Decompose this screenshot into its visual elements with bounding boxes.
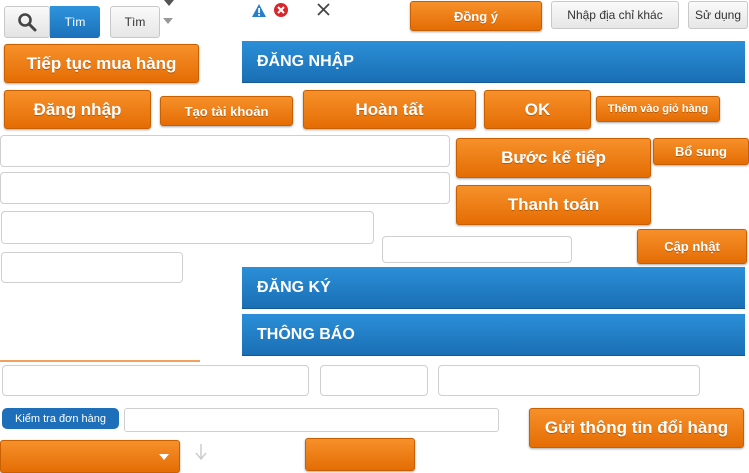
tooltip-pointer-icon bbox=[164, 0, 174, 6]
orange-action-button[interactable] bbox=[305, 438, 415, 471]
login-button[interactable]: Đăng nhập bbox=[4, 90, 151, 129]
other-address-button[interactable]: Nhập địa chỉ khác bbox=[551, 1, 679, 29]
add-to-cart-button[interactable]: Thêm vào giỏ hàng bbox=[596, 96, 720, 122]
order-search-input[interactable] bbox=[124, 408, 499, 432]
agree-button[interactable]: Đồng ý bbox=[410, 1, 542, 31]
dropdown-arrow-icon[interactable] bbox=[163, 18, 173, 24]
text-field-7[interactable] bbox=[320, 365, 428, 396]
dropdown-select[interactable] bbox=[0, 440, 180, 473]
error-icon bbox=[274, 3, 288, 17]
text-field-8[interactable] bbox=[438, 365, 700, 396]
text-field-2[interactable] bbox=[0, 172, 450, 204]
checkout-button[interactable]: Thanh toán bbox=[456, 185, 651, 225]
register-section-header: ĐĂNG KÝ bbox=[242, 267, 745, 309]
use-button[interactable]: Sử dụng bbox=[688, 1, 748, 29]
text-field-3[interactable] bbox=[1, 211, 374, 244]
check-order-button[interactable]: Kiểm tra đơn hàng bbox=[2, 408, 119, 429]
text-field-6[interactable] bbox=[2, 365, 309, 396]
login-section-header: ĐĂNG NHẬP bbox=[242, 41, 745, 83]
search-button-secondary[interactable]: Tìm bbox=[110, 6, 160, 38]
text-field-5[interactable] bbox=[382, 236, 572, 263]
text-field-1[interactable] bbox=[0, 135, 450, 167]
search-icon-button[interactable] bbox=[4, 6, 50, 38]
search-button[interactable]: Tìm bbox=[50, 6, 100, 38]
divider-line bbox=[0, 360, 200, 362]
close-icon[interactable] bbox=[317, 3, 330, 16]
chevron-down-icon bbox=[159, 453, 169, 460]
warning-icon bbox=[252, 4, 266, 17]
next-step-button[interactable]: Bước kế tiếp bbox=[456, 138, 651, 178]
update-button[interactable]: Cập nhật bbox=[637, 229, 747, 264]
text-field-4[interactable] bbox=[1, 252, 183, 283]
down-arrow-icon bbox=[195, 444, 207, 461]
supplement-button[interactable]: Bổ sung bbox=[653, 138, 749, 165]
create-account-button[interactable]: Tạo tài khoản bbox=[160, 96, 293, 126]
continue-shopping-button[interactable]: Tiếp tục mua hàng bbox=[4, 44, 199, 83]
search-icon bbox=[18, 13, 37, 32]
ok-button[interactable]: OK bbox=[484, 90, 591, 129]
notice-section-header: THÔNG BÁO bbox=[242, 314, 745, 356]
send-exchange-info-button[interactable]: Gửi thông tin đổi hàng bbox=[529, 408, 744, 448]
complete-button[interactable]: Hoàn tất bbox=[303, 90, 476, 129]
